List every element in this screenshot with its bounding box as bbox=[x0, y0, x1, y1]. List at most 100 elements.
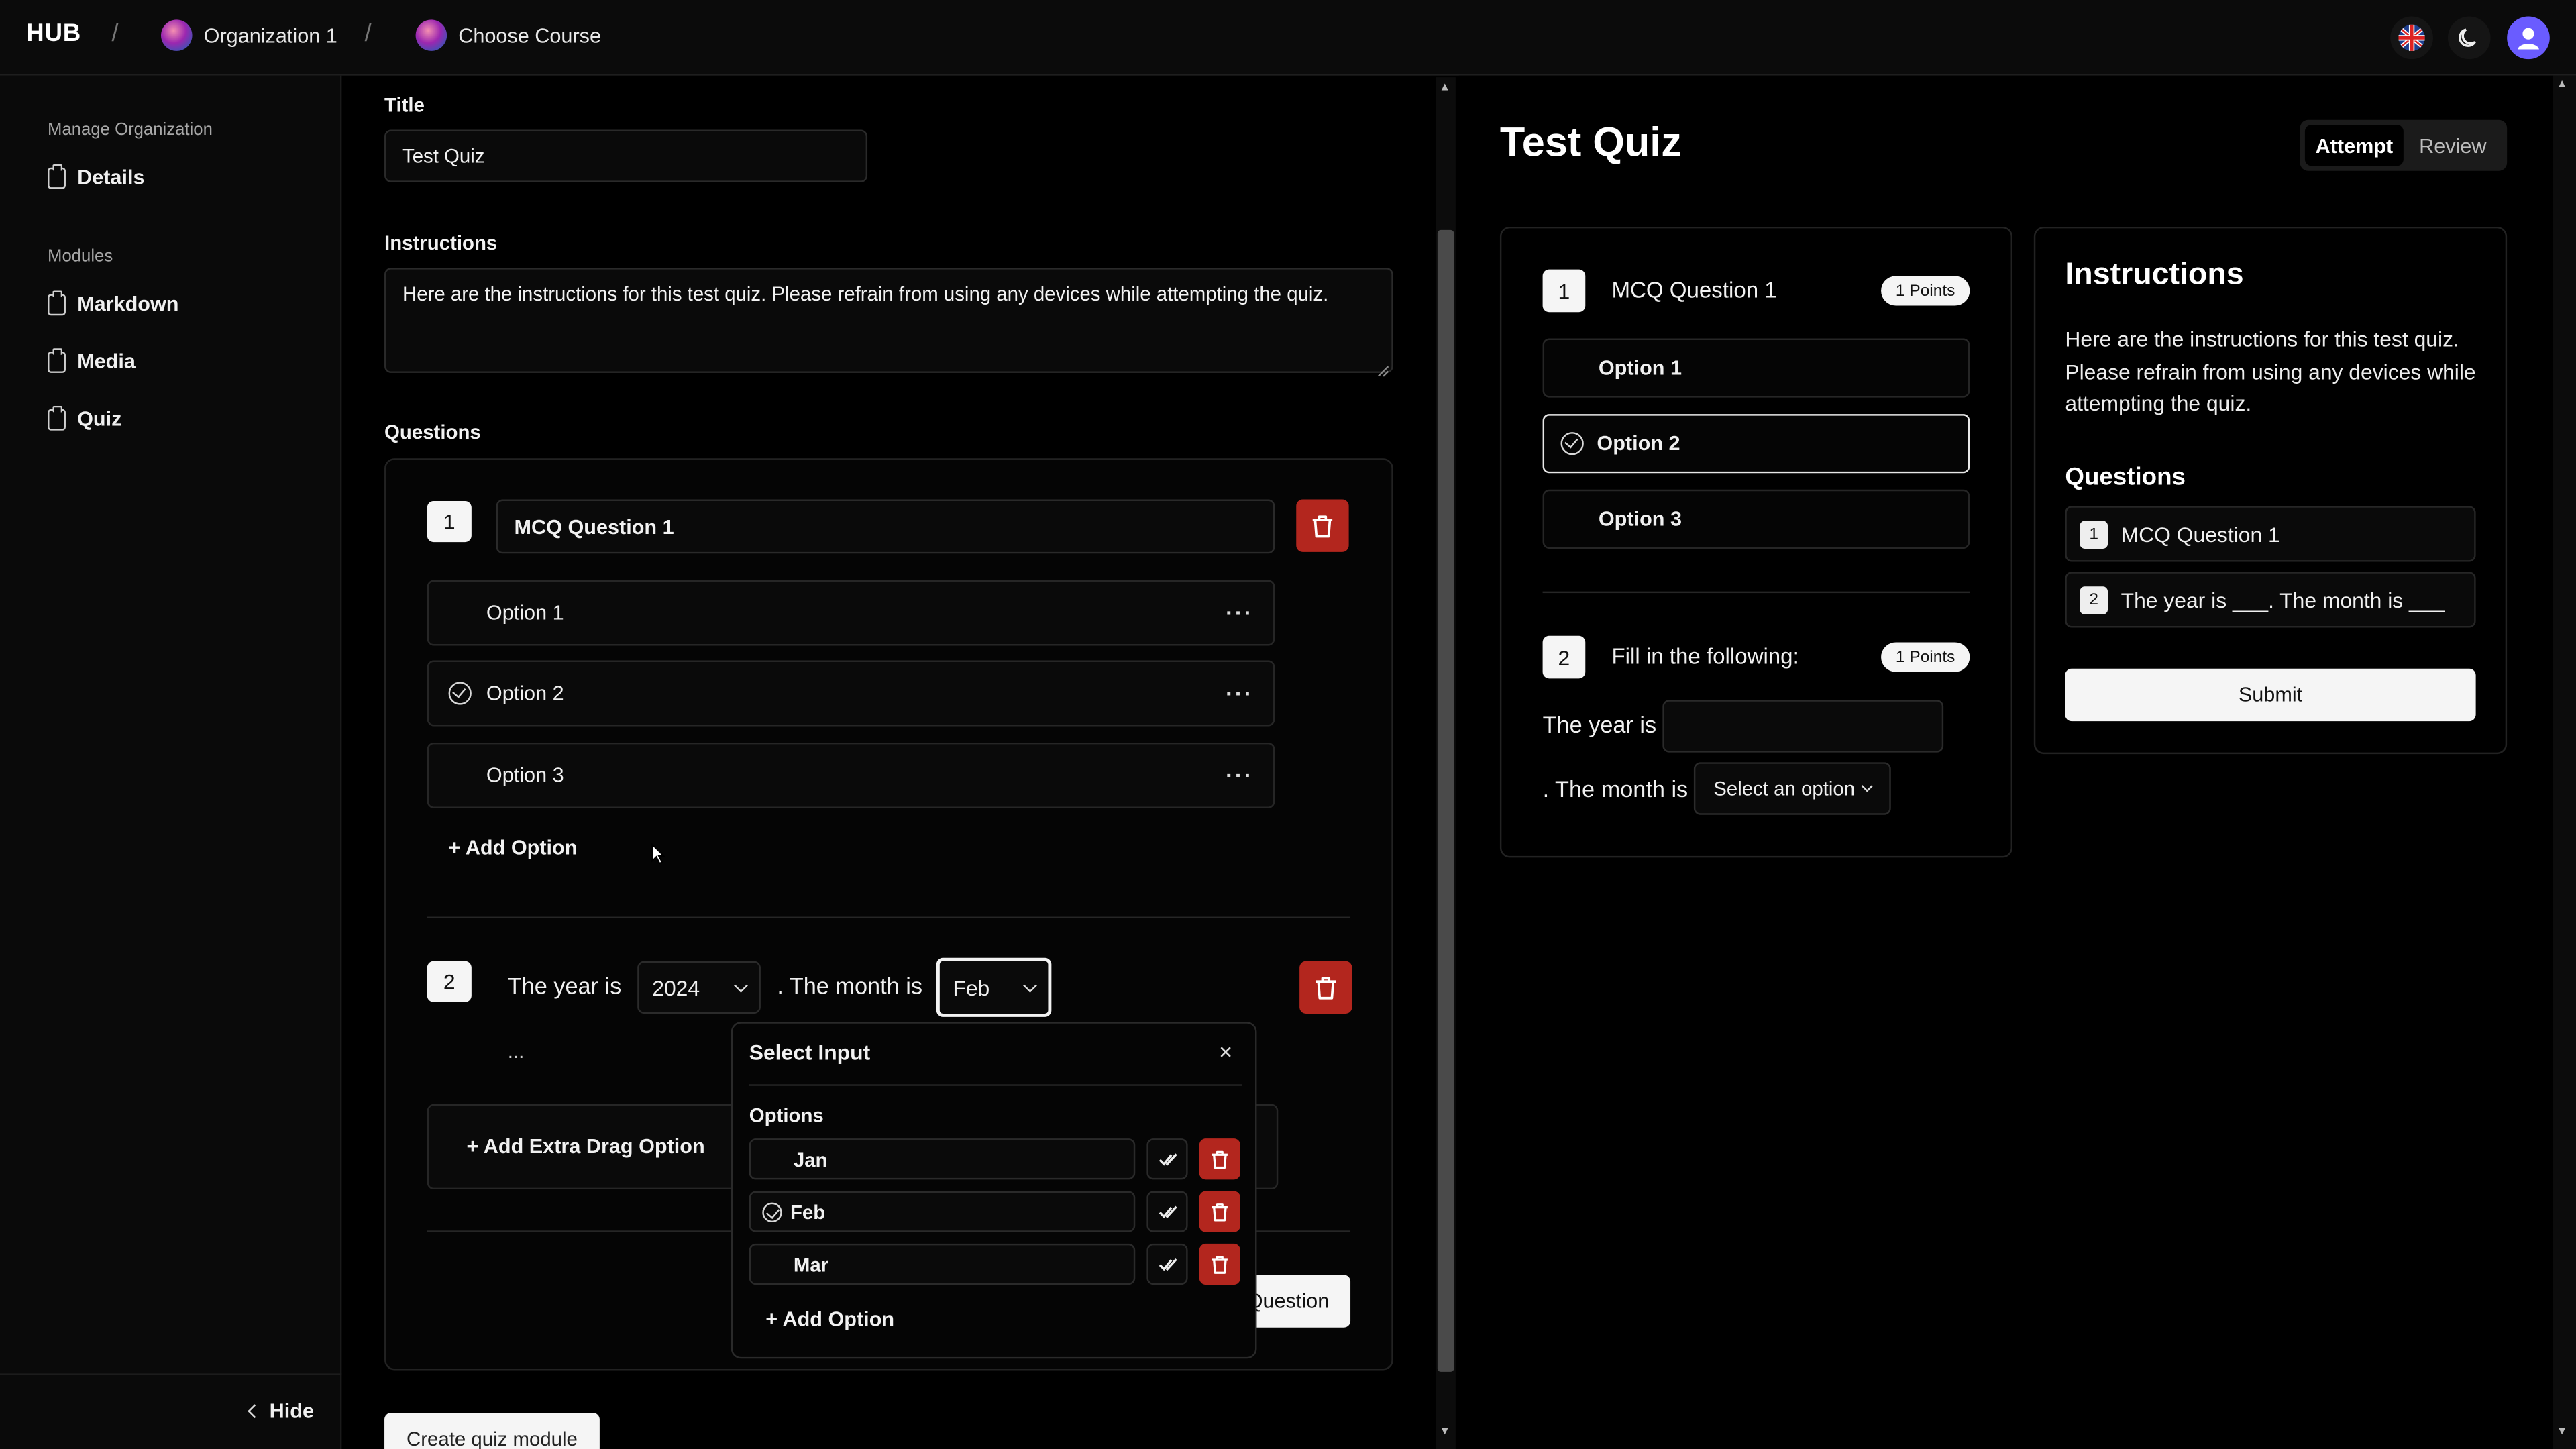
organization-avatar-icon bbox=[161, 19, 193, 51]
answer-option[interactable]: Option 1 bbox=[1542, 338, 1970, 398]
sidebar-item-label: Media bbox=[77, 350, 136, 373]
divider bbox=[427, 916, 1351, 918]
brand-logo[interactable]: HUB bbox=[26, 19, 81, 48]
year-answer-input[interactable] bbox=[1662, 700, 1944, 753]
scroll-down-arrow-icon[interactable]: ▼ bbox=[2557, 1426, 2568, 1438]
mark-correct-button[interactable] bbox=[1146, 1138, 1188, 1180]
divider bbox=[1542, 591, 1970, 594]
check-circle-icon bbox=[448, 682, 472, 705]
question-number: 2 bbox=[1542, 635, 1586, 679]
editor-scrollbar-thumb[interactable] bbox=[1437, 229, 1454, 1372]
instructions-textarea[interactable]: Here are the instructions for this test … bbox=[384, 268, 1393, 373]
answer-option[interactable]: Option 3 bbox=[1542, 489, 1970, 549]
trash-icon bbox=[1212, 1202, 1228, 1221]
delete-option-button[interactable] bbox=[1199, 1191, 1240, 1232]
delete-question-button[interactable] bbox=[1299, 961, 1352, 1014]
sidebar-item-details[interactable]: Details bbox=[48, 163, 145, 189]
mark-correct-button[interactable] bbox=[1146, 1191, 1188, 1232]
more-options-icon[interactable]: ··· bbox=[1226, 680, 1254, 706]
question-nav-item[interactable]: 1 MCQ Question 1 bbox=[2065, 506, 2476, 562]
chevron-left-icon bbox=[248, 1404, 262, 1419]
popover-add-option-button[interactable]: + Add Option bbox=[765, 1307, 894, 1330]
question-text: Fill in the following: bbox=[1611, 644, 1799, 669]
scroll-up-arrow-icon[interactable]: ▲ bbox=[2557, 79, 2568, 91]
more-options-icon[interactable]: ··· bbox=[1226, 600, 1254, 626]
option-label: Option 2 bbox=[486, 682, 564, 705]
question-number: 1 bbox=[1542, 269, 1586, 313]
option-row[interactable]: Option 1 ··· bbox=[427, 580, 1275, 646]
instructions-title: Instructions bbox=[2065, 258, 2244, 292]
sidebar-item-markdown[interactable]: Markdown bbox=[48, 290, 178, 315]
month-value: Feb bbox=[953, 975, 990, 1000]
double-check-icon bbox=[1158, 1153, 1177, 1166]
clipboard-icon bbox=[48, 347, 66, 372]
question-nav-number: 1 bbox=[2080, 520, 2108, 548]
questions-title: Questions bbox=[2065, 463, 2186, 492]
breadcrumb-organization[interactable]: Organization 1 bbox=[161, 19, 337, 51]
fill-middle-text: . The month is bbox=[777, 972, 922, 999]
tab-attempt[interactable]: Attempt bbox=[2304, 125, 2404, 166]
popover-title: Select Input bbox=[749, 1040, 871, 1065]
sidebar-item-media[interactable]: Media bbox=[48, 347, 136, 373]
chevron-down-icon bbox=[1023, 977, 1037, 992]
option-row-correct[interactable]: Option 2 ··· bbox=[427, 660, 1275, 727]
delete-option-button[interactable] bbox=[1199, 1138, 1240, 1180]
delete-option-button[interactable] bbox=[1199, 1243, 1240, 1285]
breadcrumb-separator: / bbox=[364, 19, 372, 48]
select-option-input-correct[interactable]: Feb bbox=[749, 1191, 1136, 1232]
create-quiz-module-button[interactable]: Create quiz module bbox=[384, 1413, 600, 1449]
year-select[interactable]: 2024 bbox=[637, 961, 761, 1014]
submit-label: Submit bbox=[2238, 683, 2303, 707]
points-badge: 1 Points bbox=[1881, 642, 1970, 672]
options-label: Options bbox=[749, 1104, 824, 1128]
question-nav-item[interactable]: 2 The year is ___. The month is ___ bbox=[2065, 572, 2476, 628]
sidebar-item-quiz[interactable]: Quiz bbox=[48, 405, 121, 431]
double-check-icon bbox=[1158, 1205, 1177, 1219]
mark-correct-button[interactable] bbox=[1146, 1243, 1188, 1285]
fill-prefix-text: The year is bbox=[507, 972, 622, 999]
sidebar-section-manage: Manage Organization bbox=[48, 119, 213, 140]
divider bbox=[749, 1084, 1242, 1086]
add-option-button[interactable]: + Add Option bbox=[449, 837, 578, 859]
add-question-label: Question bbox=[1246, 1289, 1330, 1313]
answer-option-label: Option 2 bbox=[1597, 432, 1680, 455]
user-avatar-icon[interactable] bbox=[2507, 16, 2550, 60]
select-option-input[interactable]: Mar bbox=[749, 1243, 1136, 1285]
scroll-up-arrow-icon[interactable]: ▲ bbox=[1439, 82, 1450, 93]
select-option-input[interactable]: Jan bbox=[749, 1138, 1136, 1180]
fill-year-prefix: The year is bbox=[1542, 711, 1657, 738]
close-icon[interactable]: × bbox=[1219, 1038, 1232, 1065]
scroll-down-arrow-icon[interactable]: ▼ bbox=[1439, 1426, 1450, 1438]
language-flag-icon[interactable] bbox=[2390, 16, 2433, 60]
question-nav-label: The year is ___. The month is ___ bbox=[2121, 587, 2445, 612]
option-label: Option 1 bbox=[486, 601, 564, 625]
clipboard-icon bbox=[48, 163, 66, 189]
theme-moon-icon[interactable] bbox=[2447, 16, 2491, 60]
title-input[interactable]: Test Quiz bbox=[384, 129, 868, 182]
option-row[interactable]: Option 3 ··· bbox=[427, 742, 1275, 808]
sidebar-item-label: Details bbox=[77, 166, 145, 189]
trash-icon bbox=[1212, 1255, 1228, 1273]
submit-button[interactable]: Submit bbox=[2065, 668, 2476, 722]
delete-question-button[interactable] bbox=[1296, 499, 1349, 552]
window-scrollbar[interactable] bbox=[2553, 75, 2576, 1449]
breadcrumb-course[interactable]: Choose Course bbox=[415, 19, 601, 51]
question-text-input[interactable]: MCQ Question 1 bbox=[496, 499, 1275, 554]
clipboard-icon bbox=[48, 405, 66, 430]
resize-handle-icon[interactable] bbox=[1377, 356, 1390, 377]
title-label: Title bbox=[384, 93, 425, 117]
clipboard-icon bbox=[48, 290, 66, 315]
answer-option-label: Option 1 bbox=[1598, 356, 1682, 380]
more-options-icon[interactable]: ··· bbox=[1226, 762, 1254, 788]
instructions-label: Instructions bbox=[384, 231, 498, 255]
month-answer-select[interactable]: Select an option bbox=[1693, 762, 1891, 815]
hide-sidebar-button[interactable]: Hide bbox=[248, 1400, 314, 1423]
sidebar bbox=[0, 75, 342, 1449]
breadcrumb-separator: / bbox=[111, 19, 119, 48]
answer-option-selected[interactable]: Option 2 bbox=[1542, 414, 1970, 474]
month-select[interactable]: Feb bbox=[936, 957, 1052, 1017]
tab-review[interactable]: Review bbox=[2404, 125, 2502, 166]
course-avatar-icon bbox=[415, 19, 447, 51]
question-nav-number: 2 bbox=[2080, 586, 2108, 614]
create-quiz-module-label: Create quiz module bbox=[407, 1428, 578, 1449]
